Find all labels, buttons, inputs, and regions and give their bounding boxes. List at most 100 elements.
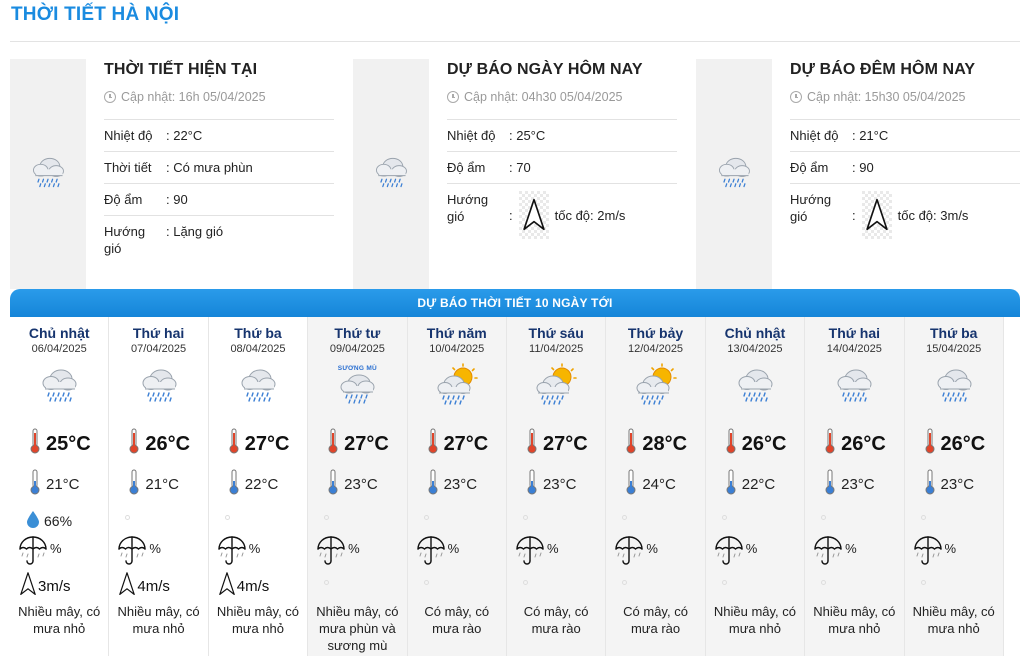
row-value: : Có mưa phùn <box>166 159 334 176</box>
wind-speed: tốc độ: 2m/s <box>554 207 626 223</box>
empty-dot-icon <box>423 580 429 585</box>
thermometer-cold-icon <box>527 469 537 499</box>
card-title: DỰ BÁO ĐÊM HÔM NAY <box>790 61 976 78</box>
temp-max-value: 27°C <box>443 432 489 455</box>
row-label: Nhiệt độ <box>104 128 153 143</box>
day-name: Thứ bảy <box>627 325 684 341</box>
temp-max: 26°C <box>825 428 886 460</box>
rain-chance: % <box>714 535 758 572</box>
empty-dot-icon <box>721 580 727 585</box>
rain-value: % <box>745 541 758 556</box>
row-label: Thời tiết <box>104 160 152 175</box>
card-title: DỰ BÁO NGÀY HÔM NAY <box>447 61 643 78</box>
umbrella-icon <box>18 535 48 572</box>
day-description: Có mây, có mưa rào <box>523 604 589 636</box>
card-icon-panel <box>696 59 772 289</box>
row-value: : 25°C <box>509 127 677 144</box>
temp-min: 23°C <box>925 469 975 499</box>
wind-value: 3m/s <box>38 577 71 595</box>
humidity-value: 66% <box>44 512 73 529</box>
day-name: Thứ tư <box>334 325 381 341</box>
temp-max-value: 28°C <box>642 432 688 455</box>
water-drop-icon <box>26 510 40 531</box>
card-row: Nhiệt độ : 21°C <box>790 120 1020 152</box>
updated-text: Cập nhật: 15h30 05/04/2025 <box>807 90 966 104</box>
row-value-text: : 21°C <box>852 128 889 143</box>
thermometer-cold-icon <box>30 469 40 499</box>
forecast-day: Thứ sáu 11/04/2025 27°C 23°C % Có mây, c… <box>506 317 607 656</box>
row-value-text: : 70 <box>509 160 531 175</box>
day-date: 08/04/2025 <box>230 343 286 355</box>
sun-rain-cloud-icon <box>435 363 479 407</box>
sun-rain-cloud-icon <box>534 363 578 407</box>
card-row: Hướng gió : tốc độ: 2m/s <box>447 184 677 246</box>
updated-text: Cập nhật: 04h30 05/04/2025 <box>464 90 623 104</box>
empty-dot-icon <box>821 515 827 520</box>
thermometer-cold-icon <box>328 469 338 499</box>
forecast-day: Thứ năm 10/04/2025 27°C 23°C % Có mây, c… <box>407 317 507 656</box>
row-value-text: : 22°C <box>166 128 203 143</box>
forecast-day: Chủ nhật 06/04/2025 25°C 21°C 66% % 3m/s… <box>10 317 110 656</box>
empty-dot-icon <box>324 515 330 520</box>
rain-cloud-icon <box>932 363 976 407</box>
rain-chance: % <box>913 535 956 572</box>
card-row: Độ ẩm : 90 <box>104 184 334 216</box>
umbrella-icon <box>217 535 247 572</box>
card-body: DỰ BÁO ĐÊM HÔM NAY Cập nhật: 15h30 05/04… <box>790 59 1020 246</box>
clock-icon <box>104 91 116 103</box>
temp-min-value: 22°C <box>244 475 279 493</box>
row-value-text: : 90 <box>166 192 188 207</box>
temp-max-value: 27°C <box>542 432 588 455</box>
thermometer-hot-icon <box>428 428 438 460</box>
rain-cloud-icon <box>733 363 777 407</box>
card-updated: Cập nhật: 15h30 05/04/2025 <box>790 90 1020 120</box>
card-row: Hướng gió : Lặng gió <box>104 216 334 264</box>
temp-max-value: 27°C <box>344 432 389 455</box>
wind-value: 4m/s <box>236 577 270 595</box>
row-label: Hướng gió <box>104 224 146 256</box>
rain-chance: % <box>813 535 857 572</box>
temp-max: 28°C <box>626 428 687 460</box>
day-name: Thứ sáu <box>528 325 584 341</box>
thermometer-cold-icon <box>229 469 239 499</box>
wind-speed: tốc độ: 3m/s <box>897 207 969 223</box>
card-updated: Cập nhật: 04h30 05/04/2025 <box>447 90 677 120</box>
row-label: Hướng gió <box>447 192 489 224</box>
fog-rain-icon <box>335 363 379 407</box>
umbrella-icon <box>316 535 346 572</box>
row-label: Hướng gió <box>790 192 832 224</box>
card-row: Nhiệt độ : 22°C <box>104 120 334 152</box>
empty-dot-icon <box>522 515 528 520</box>
empty-dot-icon <box>821 580 827 585</box>
temp-min: 23°C <box>328 469 378 499</box>
updated-text: Cập nhật: 16h 05/04/2025 <box>121 90 266 104</box>
row-value-text: : Có mưa phùn <box>166 160 253 175</box>
umbrella-icon <box>714 535 744 572</box>
temp-min: 23°C <box>428 469 477 499</box>
empty-dot-icon <box>423 515 429 520</box>
row-label: Nhiệt độ <box>790 128 839 143</box>
temp-max: 25°C <box>30 428 91 460</box>
empty-dot-icon <box>920 580 926 585</box>
rain-cloud-icon <box>832 363 876 407</box>
temp-max: 26°C <box>726 428 786 460</box>
rain-cloud-icon <box>371 152 411 197</box>
empty-dot-icon <box>721 515 727 520</box>
temp-min-value: 23°C <box>841 475 875 493</box>
row-value: : 70 <box>509 159 677 176</box>
rain-value: % <box>447 541 460 556</box>
temp-min-value: 23°C <box>542 475 577 493</box>
temp-min-value: 23°C <box>940 475 975 493</box>
thermometer-hot-icon <box>626 428 636 460</box>
temp-min: 22°C <box>726 469 775 499</box>
row-value-text: : <box>509 207 513 223</box>
card-title: THỜI TIẾT HIỆN TẠI <box>104 61 258 78</box>
row-label: Độ ẩm <box>447 160 486 175</box>
row-value: : tốc độ: 2m/s <box>509 191 677 239</box>
thermometer-cold-icon <box>129 469 139 499</box>
wind-arrow-icon <box>218 572 235 600</box>
card-body: THỜI TIẾT HIỆN TẠI Cập nhật: 16h 05/04/2… <box>104 59 334 264</box>
row-value: : 21°C <box>852 127 1020 144</box>
rain-chance: % <box>117 535 161 572</box>
wind: 4m/s <box>119 572 170 600</box>
